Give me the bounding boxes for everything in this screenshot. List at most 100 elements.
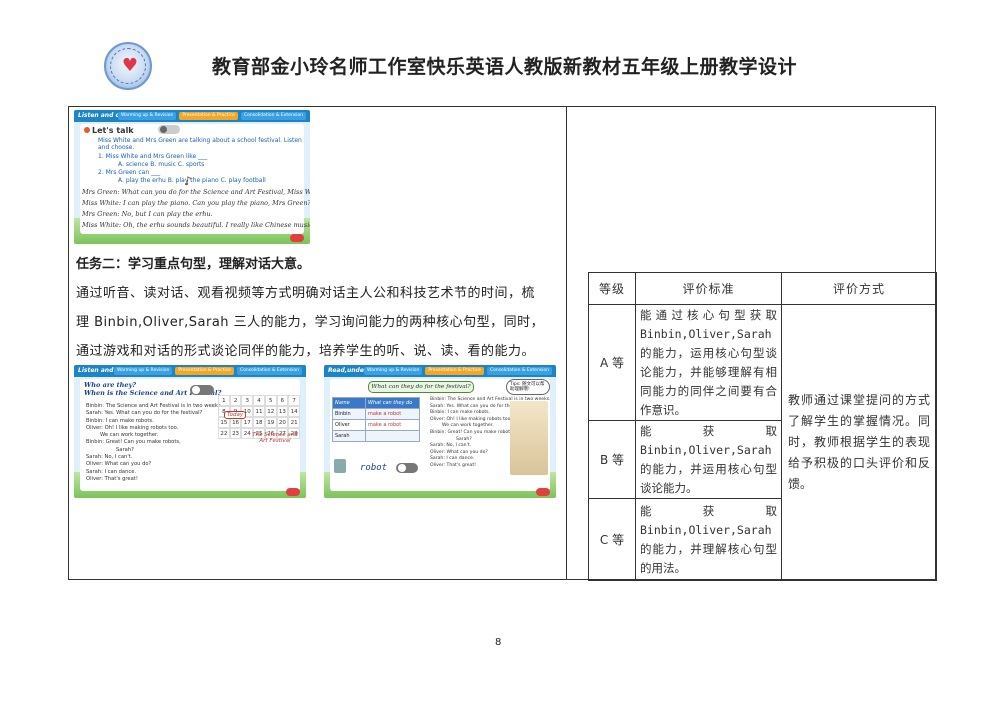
calendar-day: 19	[264, 417, 277, 428]
header-criteria: 评价标准	[635, 272, 782, 305]
flower-decoration	[290, 234, 304, 242]
page-number: 8	[495, 637, 502, 648]
slide-topbar: Listen and circle Warming up & Revision …	[74, 365, 306, 377]
dialogue-line: Sarah?	[116, 446, 134, 453]
lets-talk-heading: Let's talk	[92, 126, 134, 135]
tab-presentation: Presentation & Practice	[179, 112, 238, 120]
question-line: 1. Miss White and Mrs Green like ___	[98, 153, 208, 160]
dialogue-line: Sarah: Yes. What can you do for the fest…	[86, 410, 203, 417]
table-cell-ability: make a robot	[365, 419, 420, 431]
calendar-day: 22	[218, 428, 230, 439]
dialogue-line: Mrs Green: No, but I can play the erhu.	[82, 210, 213, 218]
evaluation-table: 等级 评价标准 评价方式 A 等 能通过核心句型获取Binbin,Oliver,…	[588, 272, 937, 581]
characters-illustration	[510, 401, 548, 475]
table-cell-ability: make a robot	[365, 408, 420, 420]
calendar-day: 11	[253, 406, 265, 417]
calendar-day: 20	[276, 417, 289, 428]
today-label: Today	[224, 411, 247, 419]
paragraph-line: 通过听音、读对话、观看视频等方式明确对话主人公和科技艺术节的时间，梳	[76, 286, 536, 301]
calendar-day: 21	[288, 417, 300, 428]
option-line: A. science B. music C. sports	[118, 161, 205, 168]
table-cell-name: Oliver	[332, 419, 366, 431]
criteria-b: 能获取Binbin,Oliver,Sarah的能力，并运用核心句型谈论能力。	[635, 420, 782, 499]
header-grade: 等级	[588, 272, 636, 305]
play-icon	[398, 464, 406, 472]
bullet-icon	[84, 127, 90, 133]
dialogue-line: Miss White: I can play the piano. Can yo…	[82, 199, 310, 207]
question-line: 2. Mrs Green can ___	[98, 169, 161, 176]
tab-warming-up: Warming up & Revision	[117, 112, 177, 120]
grade-a: A 等	[588, 304, 636, 421]
tab-warming-up: Warming up & Revision	[363, 367, 423, 375]
piano-icon: ♪	[184, 174, 192, 188]
play-icon	[160, 126, 167, 133]
tab-consolidation: Consolidation & Extension	[236, 367, 302, 375]
tips-bubble: Tips: 随文可以帮助理解哦!	[506, 379, 550, 395]
calendar-day: 12	[264, 406, 277, 417]
calendar-day: 6	[276, 395, 289, 406]
paragraph-line: 理 Binbin,Oliver,Sarah 三人的能力，学习询问能力的两种核心句…	[76, 315, 545, 330]
calendar-day: 23	[229, 428, 242, 439]
tab-presentation: Presentation & Practice	[175, 367, 234, 375]
calendar-day: 1	[218, 395, 230, 406]
flower-decoration	[536, 488, 550, 496]
table-header-ability: What can they do	[365, 397, 420, 409]
audio-toggle[interactable]	[158, 125, 180, 134]
dialogue-line: Binbin: Great! Can you make robots,	[86, 439, 181, 446]
dialogue-line: Sarah: No, I can't.	[86, 454, 133, 461]
calendar-day: 18	[253, 417, 265, 428]
ability-table: Name What can they do Binbin make a robo…	[332, 397, 420, 442]
vocab-word: robot	[360, 463, 388, 473]
calendar-day: 2	[229, 395, 242, 406]
dialogue-line: Miss White: Oh, the erhu sounds beautifu…	[82, 221, 310, 229]
table-cell-name: Binbin	[332, 408, 366, 420]
slide-topbar: Listen and choose Warming up & Revision …	[74, 110, 310, 122]
criteria-a: 能通过核心句型获取Binbin,Oliver,Sarah的能力，运用核心句型谈论…	[635, 304, 782, 421]
grade-c: C 等	[588, 498, 636, 581]
slide-listen-and-circle: Listen and circle Warming up & Revision …	[74, 365, 306, 498]
flower-decoration	[286, 488, 300, 496]
dialogue-line: Sarah: I can dance.	[86, 468, 137, 475]
tab-presentation: Presentation & Practice	[425, 367, 484, 375]
dialogue-line: Oliver: Oh! I like making robots too.	[86, 424, 179, 431]
dialogue-line: Binbin: The Science and Art Festival is …	[86, 403, 223, 409]
tab-consolidation: Consolidation & Extension	[486, 367, 552, 375]
dialogue-line: Binbin: I can make robots.	[86, 417, 154, 424]
column-divider	[566, 106, 567, 580]
slide-topbar: Read,underline and fill Warming up & Rev…	[324, 365, 556, 377]
task-title: 任务二：学习重点句型，理解对话大意。	[76, 257, 311, 272]
table-cell-ability[interactable]	[365, 430, 420, 442]
calendar-day: 7	[288, 395, 300, 406]
heart-icon: ♥	[121, 55, 139, 76]
criteria-c: 能获取Binbin,Oliver,Sarah的能力，并理解核心句型的用法。	[635, 498, 782, 581]
grade-b: B 等	[588, 420, 636, 499]
calendar-day: 3	[241, 395, 254, 406]
tab-warming-up: Warming up & Revision	[113, 367, 173, 375]
question-banner: What can they do for the festival?	[368, 381, 474, 393]
festival-note: The Science and Art Festival	[252, 432, 298, 444]
evaluation-method: 教师通过课堂提问的方式了解学生的掌握情况。同时，教师根据学生的表现给予积极的口头…	[781, 304, 937, 581]
slide-read-underline-fill: Read,underline and fill Warming up & Rev…	[324, 365, 556, 498]
audio-toggle[interactable]	[396, 463, 418, 473]
table-header-name: Name	[332, 397, 366, 409]
studio-logo: ♥	[104, 42, 152, 90]
dialogue-line: Oliver: What can you do?	[86, 461, 152, 468]
instruction-line: and choose.	[98, 144, 135, 151]
calendar-day: 14	[288, 406, 300, 417]
dialogue-line: Mrs Green: What can you do for the Scien…	[82, 188, 310, 196]
tab-consolidation: Consolidation & Extension	[240, 112, 306, 120]
calendar-day: 4	[253, 395, 265, 406]
page-header-title: 教育部金小玲名师工作室快乐英语人教版新教材五年级上册教学设计	[212, 56, 798, 78]
robot-icon	[334, 459, 346, 473]
dialogue-line: We can work together.	[100, 432, 159, 439]
slide-lets-talk: Listen and choose Warming up & Revision …	[74, 110, 310, 244]
calendar-day: 13	[276, 406, 289, 417]
calendar-day: 5	[264, 395, 277, 406]
audio-toggle[interactable]	[190, 385, 214, 395]
paragraph-line: 通过游戏和对话的形式谈论同伴的能力，培养学生的听、说、读、看的能力。	[76, 344, 536, 359]
task-paragraph: 通过听音、读对话、观看视频等方式明确对话主人公和科技艺术节的时间，梳 理 Bin…	[76, 279, 562, 366]
table-cell-name: Sarah	[332, 430, 366, 442]
dialogue-line: Oliver: That's great!	[86, 475, 138, 482]
play-icon	[192, 386, 200, 394]
header-method: 评价方式	[781, 272, 937, 305]
